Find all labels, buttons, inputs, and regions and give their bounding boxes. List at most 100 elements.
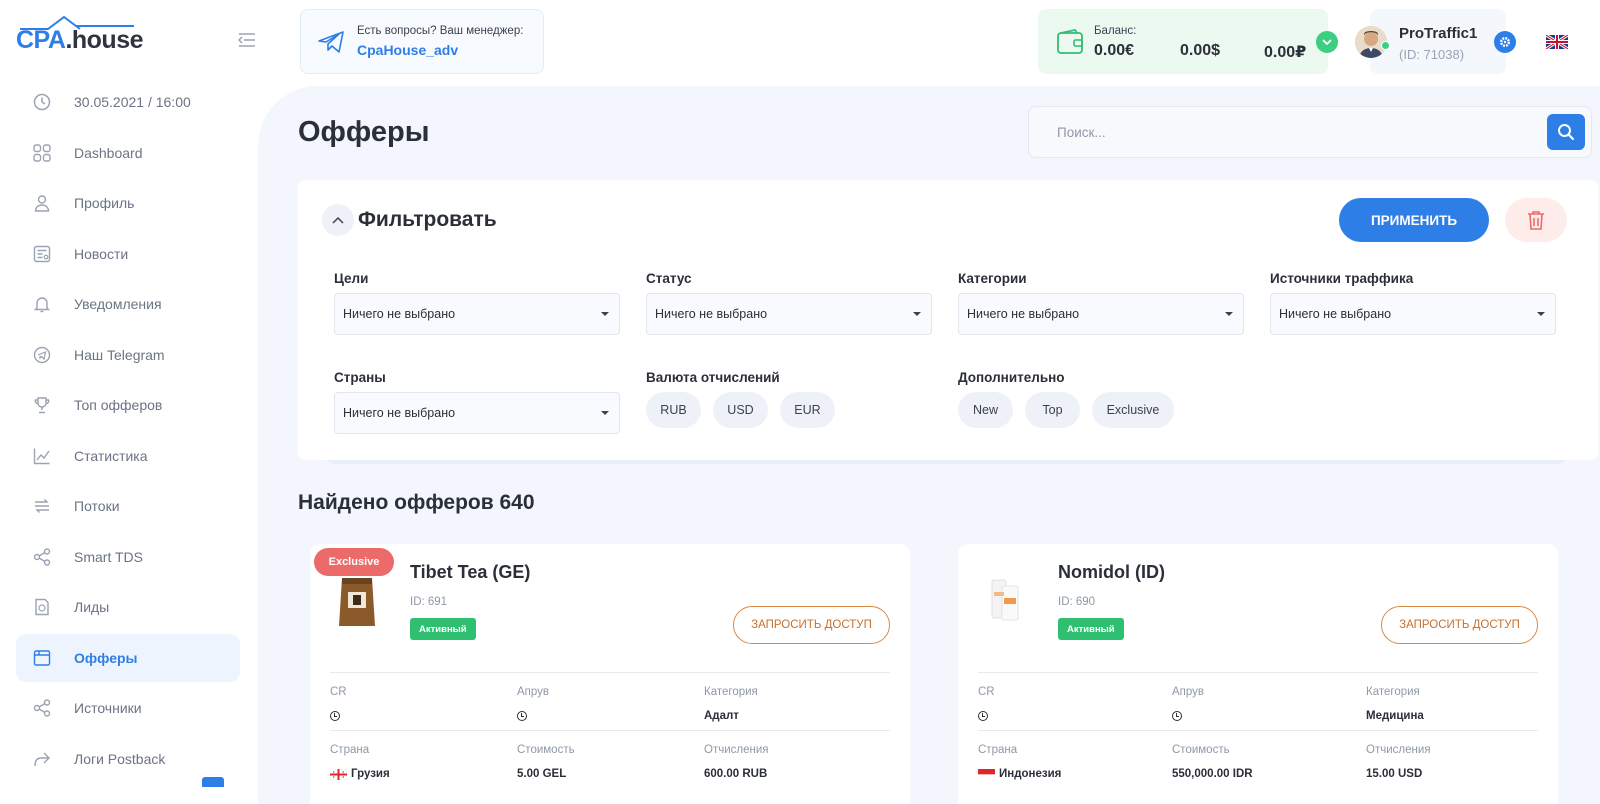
extra-chip-top[interactable]: Top (1025, 392, 1080, 428)
cr-value (330, 711, 340, 721)
sidebar-item-label: Офферы (74, 649, 138, 666)
category-label: Категория (704, 686, 758, 698)
sidebar-item-label: Наш Telegram (74, 346, 165, 363)
cr-value (978, 711, 988, 721)
sidebar-item-sources[interactable]: Источники (16, 684, 240, 732)
balance-usd: 0.00$ (1180, 42, 1221, 59)
currency-chip-eur[interactable]: EUR (780, 392, 835, 428)
sidebar-item-label: Статистика (74, 447, 148, 464)
search-button[interactable] (1547, 114, 1585, 150)
georgia-flag-icon (330, 768, 347, 780)
bell-icon (32, 294, 52, 314)
sidebar-item-label: Dashboard (74, 144, 143, 161)
dashboard-icon (32, 143, 52, 163)
sidebar-item-top-offers[interactable]: Топ офферов (16, 381, 240, 429)
menu-collapse-icon (237, 33, 255, 47)
trophy-icon (32, 395, 52, 415)
sidebar-item-postback-logs[interactable]: Логи Postback (16, 735, 240, 787)
sidebar-item-dashboard[interactable]: Dashboard (16, 129, 240, 177)
divider (978, 730, 1538, 731)
countries-label: Страны (334, 370, 386, 385)
offer-card[interactable]: Exclusive Tibet Tea (GE) ID: 691 Активны… (310, 544, 910, 804)
user-icon (32, 193, 52, 213)
clock-icon (517, 711, 527, 721)
filter-panel: Фильтровать ПРИМЕНИТЬ Цели Ничего не выб… (298, 180, 1598, 460)
countries-select-value: Ничего не выбрано (343, 406, 456, 420)
chevron-down-icon (1322, 38, 1332, 45)
sidebar-item-flows[interactable]: Потоки (16, 482, 240, 530)
sidebar-item-label: Логи Postback (74, 750, 166, 767)
trash-icon (1528, 211, 1544, 230)
caret-down-icon (601, 411, 609, 415)
logo[interactable]: CPA.house (16, 16, 144, 56)
sidebar-item-news[interactable]: Новости (16, 230, 240, 278)
offer-name[interactable]: Tibet Tea (GE) (410, 562, 530, 583)
settings-button[interactable] (1494, 31, 1516, 53)
categories-select[interactable]: Ничего не выбрано (958, 293, 1244, 335)
offer-id: ID: 691 (410, 596, 448, 608)
indonesia-flag-icon (978, 768, 995, 780)
status-select-value: Ничего не выбрано (655, 307, 768, 321)
sidebar-item-label: Профиль (74, 195, 135, 211)
sidebar-item-offers[interactable]: Офферы (16, 633, 240, 682)
caret-down-icon (913, 312, 921, 316)
offer-name[interactable]: Nomidol (ID) (1058, 562, 1165, 583)
sidebar-item-statistics[interactable]: Статистика (16, 432, 240, 480)
user-profile[interactable]: ProTraffic1 (ID: 71038) (1340, 9, 1506, 74)
balance-label: Баланс: (1094, 25, 1137, 37)
sidebar-item-notifications[interactable]: Уведомления (16, 280, 240, 328)
sidebar-item-profile[interactable]: Профиль (16, 179, 240, 227)
filter-title: Фильтровать (358, 208, 497, 231)
telegram-plane-icon (318, 30, 344, 53)
sidebar-item-telegram[interactable]: Наш Telegram (16, 331, 240, 379)
apply-filter-button[interactable]: ПРИМЕНИТЬ (1339, 198, 1489, 242)
clock-icon (978, 711, 988, 721)
extra-chip-new[interactable]: New (958, 392, 1013, 428)
approve-value (517, 711, 527, 721)
country-name: Индонезия (999, 768, 1062, 780)
extra-chip-exclusive[interactable]: Exclusive (1092, 392, 1174, 428)
flows-icon (32, 496, 52, 516)
sidebar-item-smart-tds[interactable]: Smart TDS (16, 533, 240, 581)
category-value: Медицина (1366, 710, 1424, 722)
clock-icon (32, 92, 52, 112)
forward-icon (32, 749, 52, 769)
balance-expand-button[interactable] (1316, 31, 1338, 53)
main-content: Офферы Фильтровать ПРИМЕНИТЬ Цели Ничего… (258, 86, 1600, 804)
status-select[interactable]: Ничего не выбрано (646, 293, 932, 335)
clear-filter-button[interactable] (1505, 198, 1567, 242)
payout-label: Отчисления (1366, 744, 1431, 756)
currency-chip-usd[interactable]: USD (713, 392, 768, 428)
manager-name-link[interactable]: CpaHouse_adv (357, 42, 523, 58)
news-icon (32, 244, 52, 264)
countries-select[interactable]: Ничего не выбрано (334, 392, 620, 434)
goals-label: Цели (334, 271, 369, 286)
payout-value: 600.00 RUB (704, 768, 768, 780)
telegram-icon (32, 345, 52, 365)
offers-icon (32, 648, 52, 668)
chart-icon (32, 446, 52, 466)
search-input[interactable] (1029, 107, 1529, 157)
divider (330, 730, 890, 731)
offer-card[interactable]: Nomidol (ID) ID: 690 Активный ЗАПРОСИТЬ … (958, 544, 1558, 804)
payout-value: 15.00 USD (1366, 768, 1423, 780)
sidebar-item-leads[interactable]: Лиды (16, 583, 240, 631)
balance-panel: Баланс: 0.00€ 0.00$ 0.00₽ (1038, 9, 1338, 74)
user-name: ProTraffic1 (1399, 25, 1478, 42)
language-uk-flag-icon[interactable] (1546, 35, 1568, 49)
traffic-sources-select[interactable]: Ничего не выбрано (1270, 293, 1556, 335)
request-access-button[interactable]: ЗАПРОСИТЬ ДОСТУП (1381, 606, 1538, 644)
goals-select[interactable]: Ничего не выбрано (334, 293, 620, 335)
collapse-sidebar-button[interactable] (237, 32, 258, 52)
sidebar-item-datetime: 30.05.2021 / 16:00 (16, 78, 240, 126)
status-label: Статус (646, 271, 692, 286)
filter-collapse-button[interactable] (322, 204, 354, 236)
request-access-button[interactable]: ЗАПРОСИТЬ ДОСТУП (733, 606, 890, 644)
clock-icon (330, 711, 340, 721)
categories-label: Категории (958, 271, 1027, 286)
currency-chip-rub[interactable]: RUB (646, 392, 701, 428)
approve-label: Апрув (1172, 686, 1205, 698)
manager-question: Есть вопросы? Ваш менеджер: (357, 25, 524, 37)
manager-contact[interactable]: Есть вопросы? Ваш менеджер: CpaHouse_adv (300, 9, 544, 74)
approve-value (1172, 711, 1182, 721)
